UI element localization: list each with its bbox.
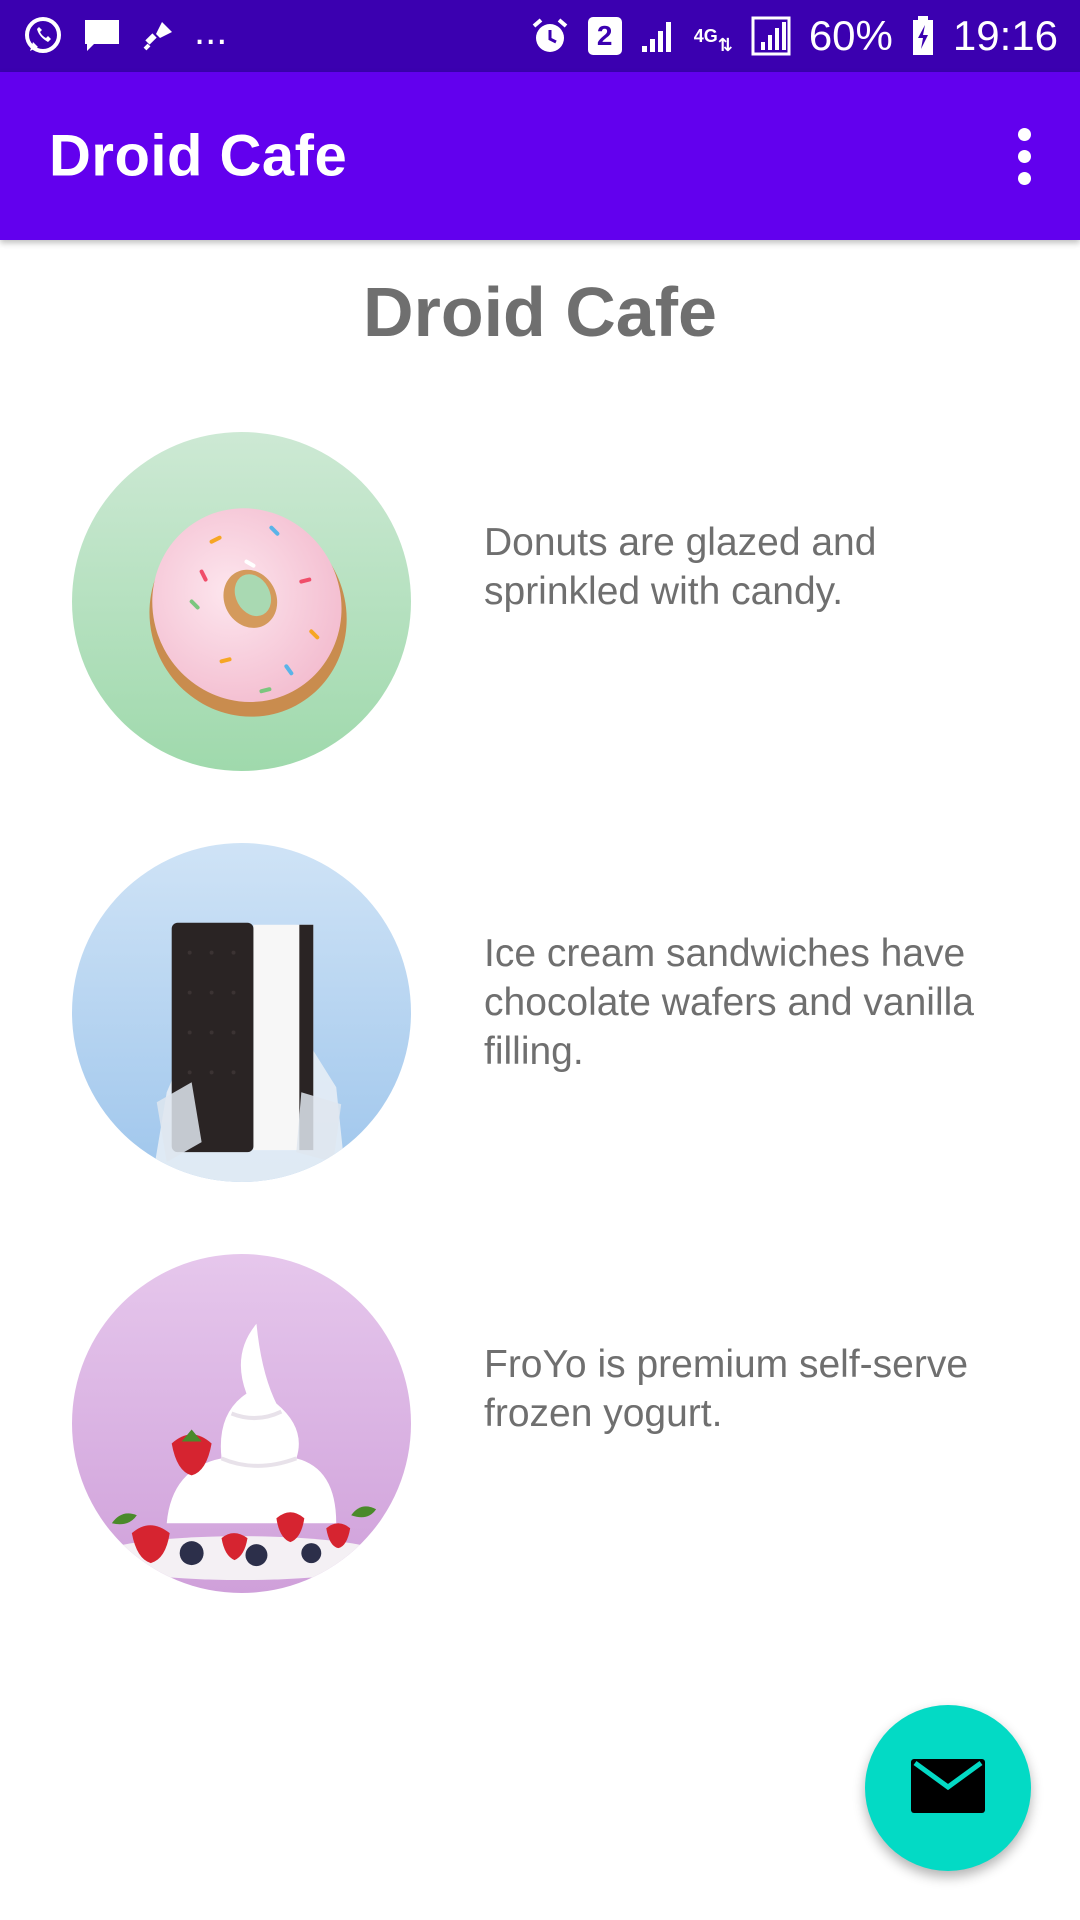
overflow-menu-button[interactable]	[992, 114, 1056, 198]
menu-item-ice-cream-sandwich: Ice cream sandwiches have chocolate wafe…	[0, 843, 1080, 1183]
status-bar-system: 2 4G ⇅ 60% 19:16	[530, 12, 1058, 60]
network-type-indicator: 4G ⇅	[693, 26, 733, 55]
battery-percentage: 60%	[808, 12, 893, 59]
donut-image[interactable]	[72, 432, 411, 771]
message-icon	[82, 17, 122, 55]
froyo-image[interactable]	[72, 1254, 411, 1593]
mail-icon	[911, 1758, 985, 1818]
sim-slot-badge: 2	[587, 17, 622, 55]
ice-cream-sandwich-image[interactable]	[72, 843, 411, 1182]
whatsapp-icon	[22, 15, 64, 57]
menu-item-froyo: FroYo is premium self-serve frozen yogur…	[0, 1254, 1080, 1594]
clock: 19:16	[952, 12, 1058, 59]
page-heading: Droid Cafe	[363, 273, 717, 351]
menu-item-description: Donuts are glazed and sprinkled with can…	[484, 521, 877, 613]
app-title: Droid Cafe	[49, 123, 348, 189]
menu-item-description: FroYo is premium self-serve frozen yogur…	[484, 1343, 969, 1435]
status-bar-notifications: ...	[22, 11, 227, 57]
more-notifications-indicator: ...	[194, 9, 228, 53]
menu-item-donut: Donuts are glazed and sprinkled with can…	[0, 432, 1080, 772]
battery-icon	[911, 15, 935, 57]
app-bar: Droid Cafe	[0, 72, 1080, 240]
more-vert-icon	[1017, 127, 1031, 141]
signal-icon	[640, 18, 676, 54]
menu-item-description: Ice cream sandwiches have chocolate wafe…	[484, 932, 974, 1073]
alarm-icon	[530, 16, 570, 56]
signal-strength-icon	[751, 16, 791, 56]
status-bar: ... 2 4G ⇅ 60% 19:16	[0, 0, 1080, 72]
email-fab-button[interactable]	[865, 1705, 1031, 1871]
vacuum-icon	[140, 18, 176, 54]
